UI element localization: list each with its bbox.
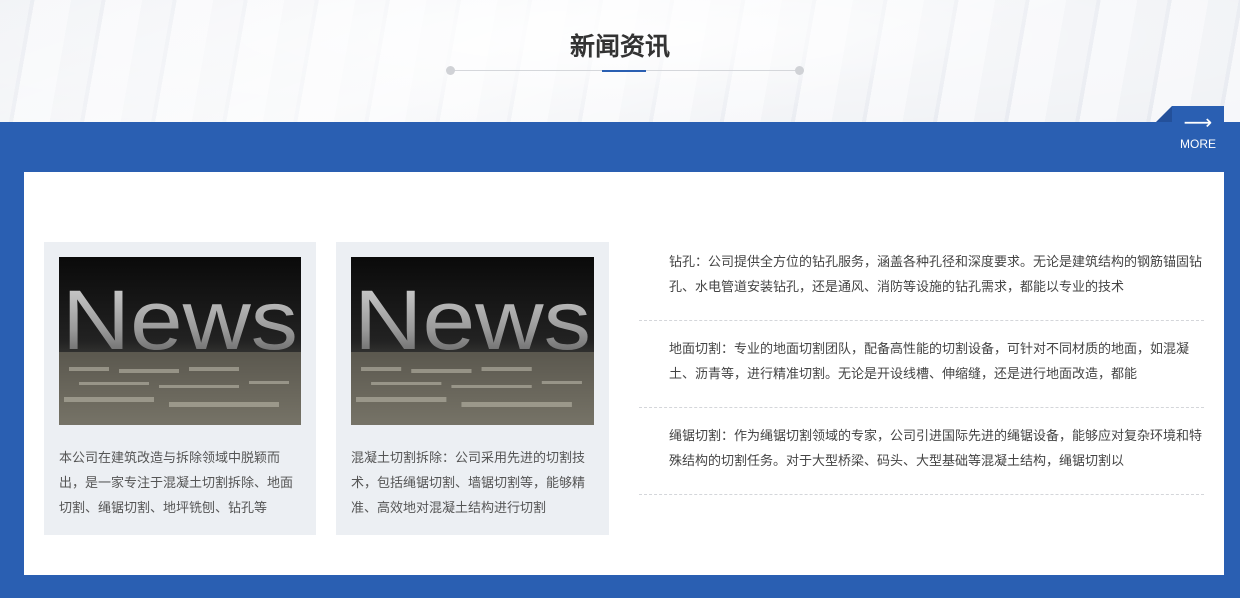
news-image-caption: News — [62, 273, 298, 367]
news-image: News — [59, 257, 301, 425]
section-title: 新闻资讯 — [569, 32, 670, 61]
arrow-right-icon: ⟶ — [1183, 110, 1213, 134]
news-card-description: 混凝土切割拆除：公司采用先进的切割技术，包括绳锯切割、墙锯切割等，能够精准、高效… — [351, 451, 586, 516]
news-card-2[interactable]: News 混凝土切割拆除：公司采用先进的切割技术，包括绳锯切割、墙锯切割等，能够… — [336, 242, 609, 535]
divider-dot-left — [446, 66, 455, 75]
news-item-text: 钻孔：公司提供全方位的钻孔服务，涵盖各种孔径和深度要求。无论是建筑结构的钢筋锚固… — [669, 255, 1203, 295]
news-list-item[interactable]: 地面切割：专业的地面切割团队，配备高性能的切割设备，可针对不同材质的地面，如混凝… — [639, 329, 1204, 408]
news-card-1[interactable]: News 本公司在建筑改造与拆除领域中脱颖而出，是一家专注于混凝土切割拆除、地面… — [44, 242, 316, 535]
news-list: 钻孔：公司提供全方位的钻孔服务，涵盖各种孔径和深度要求。无论是建筑结构的钢筋锚固… — [639, 242, 1204, 503]
news-panel: News 本公司在建筑改造与拆除领域中脱颖而出，是一家专注于混凝土切割拆除、地面… — [24, 172, 1224, 575]
divider-dot-right — [795, 66, 804, 75]
news-card-image[interactable]: News — [59, 257, 301, 425]
more-button[interactable]: ⟶ MORE — [1156, 106, 1224, 156]
news-item-text: 地面切割：专业的地面切割团队，配备高性能的切割设备，可针对不同材质的地面，如混凝… — [669, 342, 1190, 382]
title-accent-bar — [602, 70, 646, 72]
news-list-item[interactable]: 钻孔：公司提供全方位的钻孔服务，涵盖各种孔径和深度要求。无论是建筑结构的钢筋锚固… — [639, 242, 1204, 321]
news-item-text: 绳锯切割：作为绳锯切割领域的专家，公司引进国际先进的绳锯设备，能够应对复杂环境和… — [669, 429, 1203, 469]
news-card-image[interactable]: News — [351, 257, 594, 425]
more-label: MORE — [1180, 137, 1216, 151]
news-list-item[interactable]: 绳锯切割：作为绳锯切割领域的专家，公司引进国际先进的绳锯设备，能够应对复杂环境和… — [639, 416, 1204, 495]
news-image: News — [351, 257, 594, 425]
news-card-description: 本公司在建筑改造与拆除领域中脱颖而出，是一家专注于混凝土切割拆除、地面切割、绳锯… — [59, 451, 294, 516]
news-image-caption: News — [354, 273, 591, 367]
